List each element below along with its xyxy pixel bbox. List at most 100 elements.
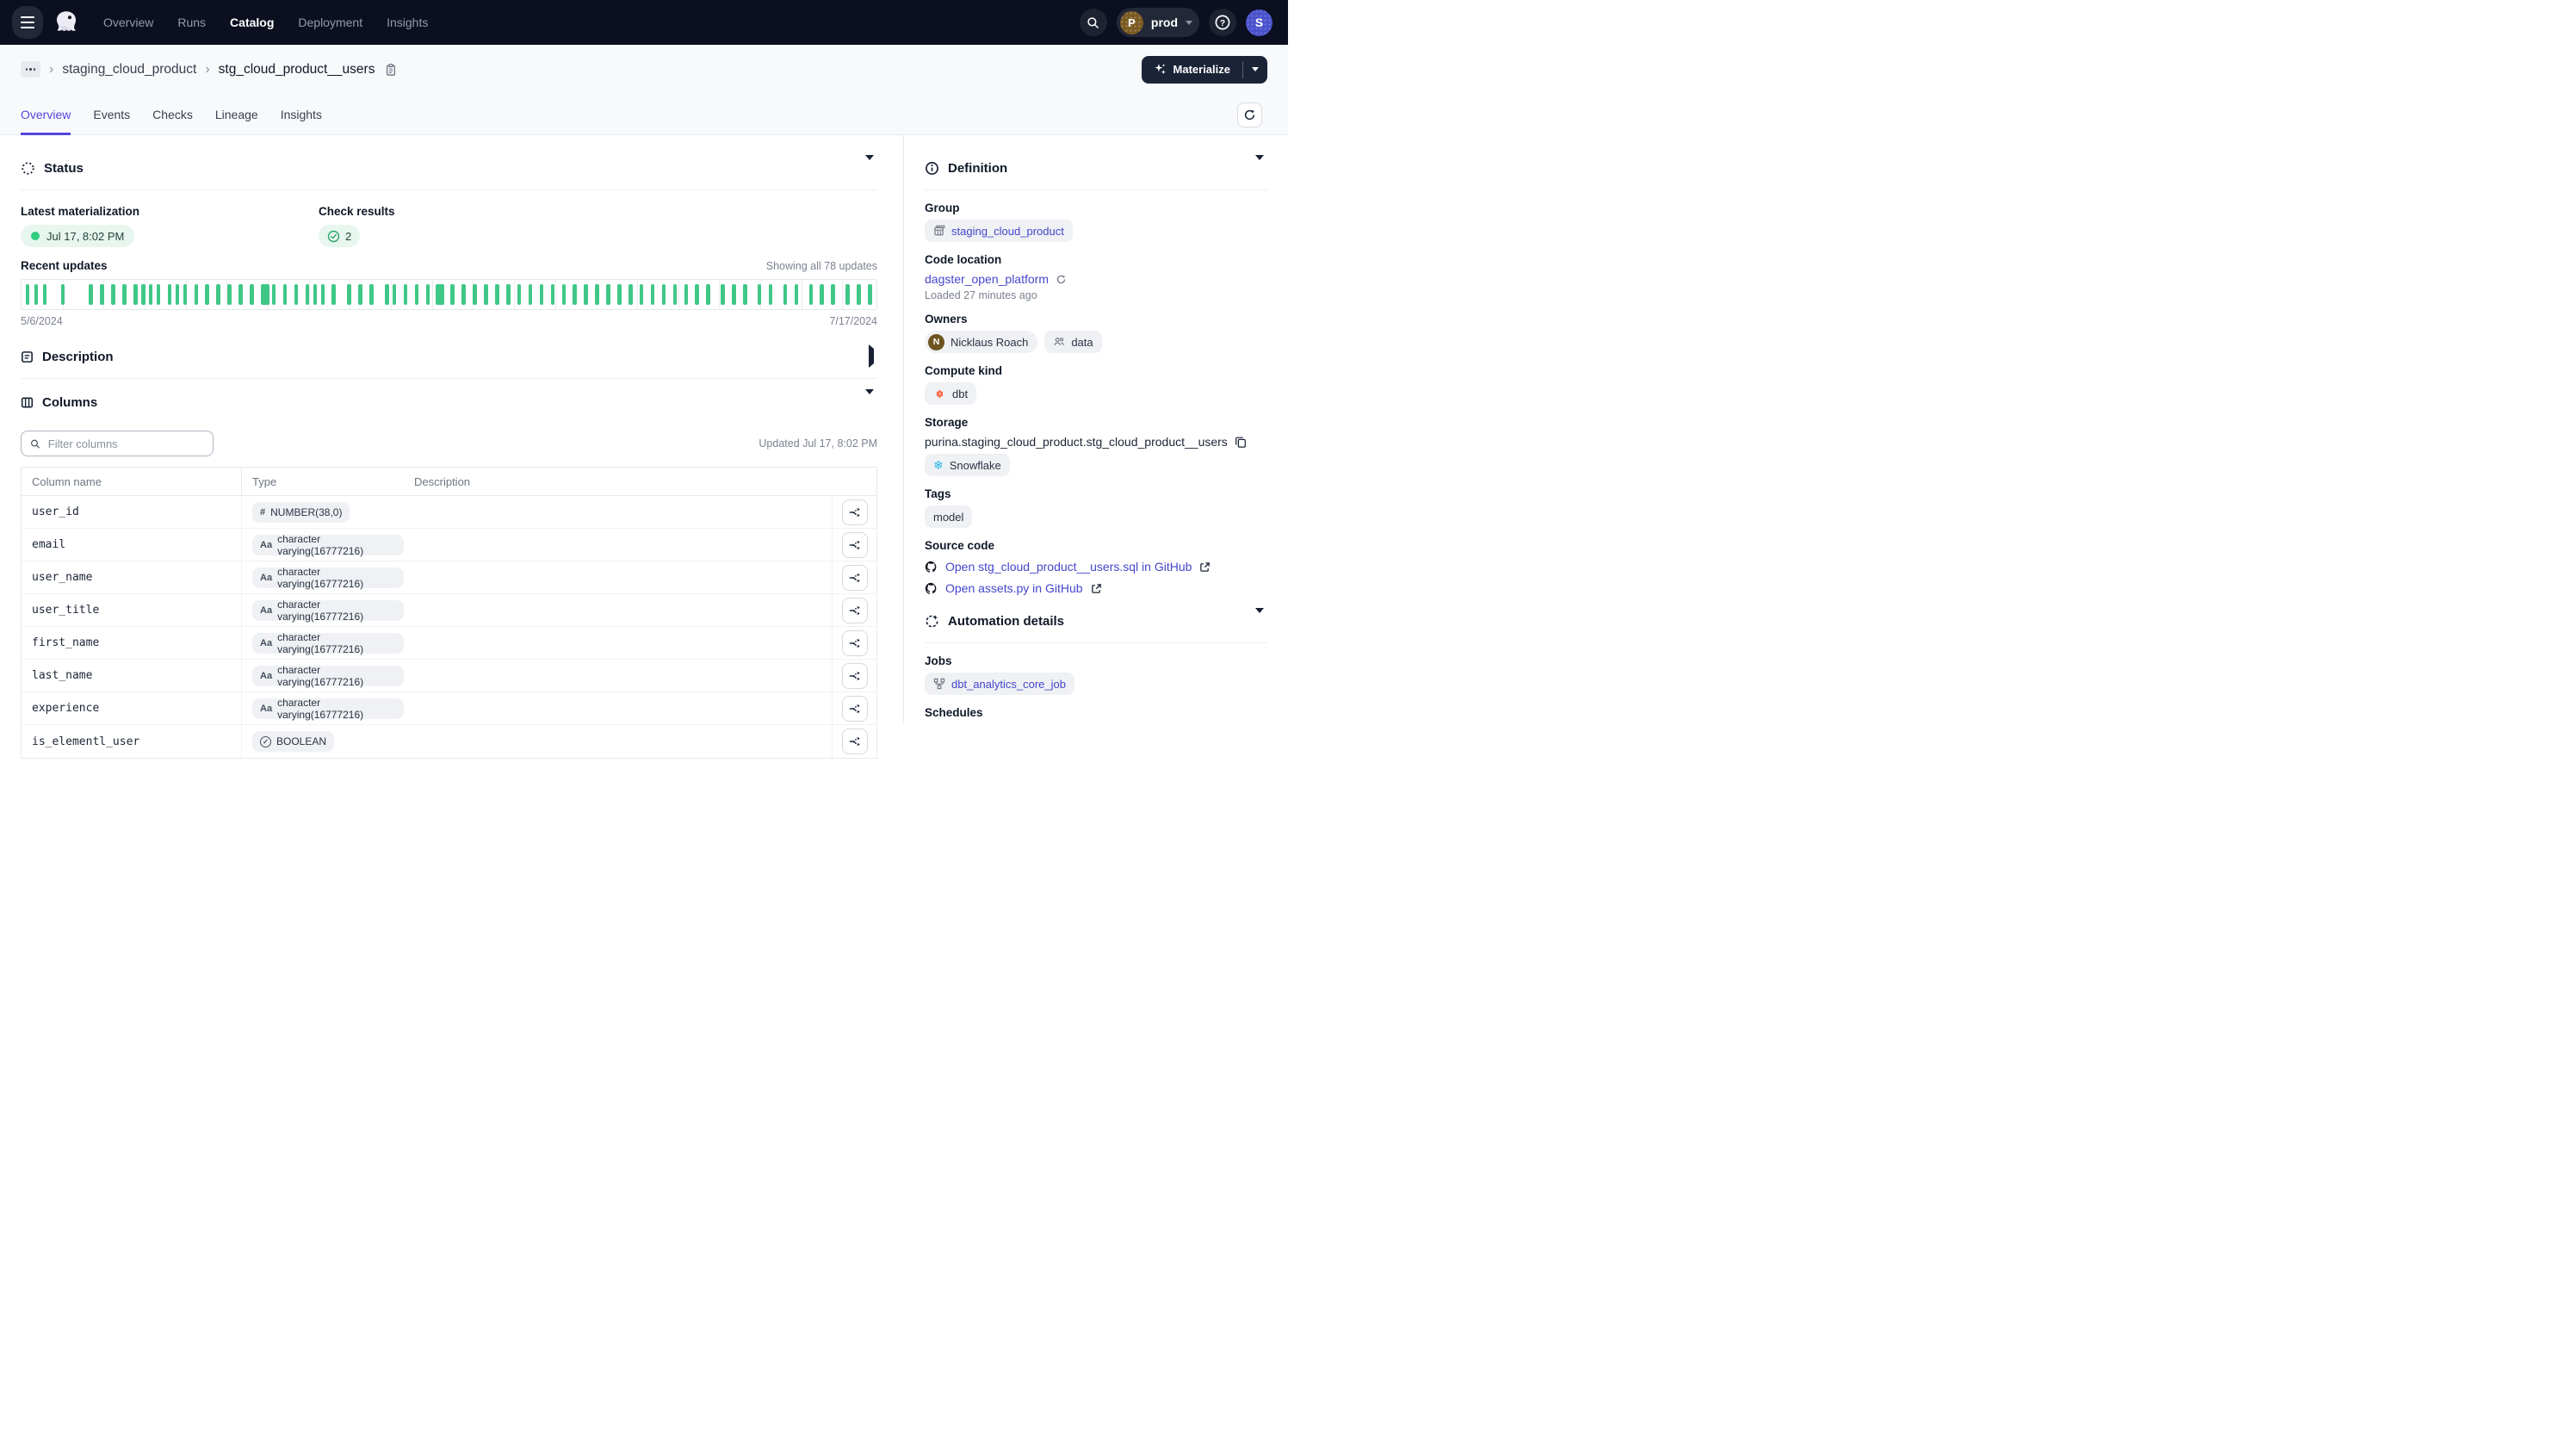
update-bar[interactable] (168, 284, 172, 305)
owner-team-tag[interactable]: data (1044, 331, 1101, 353)
update-bar[interactable] (100, 284, 104, 305)
update-bar[interactable] (321, 284, 325, 305)
update-bar[interactable] (133, 284, 138, 305)
update-bar[interactable] (426, 284, 430, 305)
update-bar[interactable] (195, 284, 199, 305)
update-bar[interactable] (283, 284, 288, 305)
refresh-button[interactable] (1237, 102, 1262, 127)
update-bar[interactable] (651, 284, 655, 305)
copy-asset-name-button[interactable] (383, 61, 399, 78)
materialize-options-button[interactable] (1243, 56, 1267, 84)
definition-section-header[interactable]: Definition (925, 157, 1267, 179)
check-results-pill[interactable]: 2 (319, 225, 360, 247)
update-bar[interactable] (261, 284, 269, 305)
update-bar[interactable] (831, 284, 835, 305)
update-bar[interactable] (595, 284, 599, 305)
nav-item-insights[interactable]: Insights (387, 16, 428, 29)
breadcrumb-ellipsis-button[interactable] (21, 61, 40, 78)
update-bar[interactable] (868, 284, 872, 305)
source-code-link-assets[interactable]: Open assets.py in GitHub (945, 581, 1083, 595)
copy-storage-button[interactable] (1235, 436, 1247, 448)
update-bar[interactable] (517, 284, 522, 305)
update-bar[interactable] (111, 284, 115, 305)
nav-item-deployment[interactable]: Deployment (298, 16, 362, 29)
update-bar[interactable] (795, 284, 799, 305)
menu-button[interactable] (12, 6, 43, 39)
help-button[interactable]: ? (1209, 9, 1236, 36)
update-bar[interactable] (629, 284, 633, 305)
update-bar[interactable] (809, 284, 814, 305)
user-avatar[interactable]: S (1246, 9, 1273, 36)
filter-columns-input[interactable] (46, 437, 204, 451)
tab-insights[interactable]: Insights (281, 108, 322, 135)
update-bar[interactable] (732, 284, 736, 305)
update-bar[interactable] (238, 284, 243, 305)
update-bar[interactable] (783, 284, 788, 305)
update-bar[interactable] (176, 284, 180, 305)
update-bar[interactable] (758, 284, 762, 305)
update-bar[interactable] (26, 284, 30, 305)
update-bar[interactable] (495, 284, 499, 305)
update-bar[interactable] (562, 284, 567, 305)
update-bar[interactable] (436, 284, 444, 305)
column-lineage-button[interactable] (842, 630, 868, 656)
update-bar[interactable] (385, 284, 389, 305)
update-bar[interactable] (473, 284, 477, 305)
compute-kind-tag[interactable]: dbt (925, 382, 976, 405)
update-bar[interactable] (857, 284, 861, 305)
update-bar[interactable] (43, 284, 47, 305)
update-bar[interactable] (706, 284, 710, 305)
collapse-section-button[interactable] (1252, 157, 1267, 179)
description-section-header[interactable]: Description (21, 345, 877, 368)
column-lineage-button[interactable] (842, 696, 868, 722)
tab-lineage[interactable]: Lineage (215, 108, 258, 135)
update-bar[interactable] (272, 284, 276, 305)
code-location-link[interactable]: dagster_open_platform (925, 272, 1049, 286)
expand-section-button[interactable] (865, 345, 877, 368)
update-bar[interactable] (313, 284, 318, 305)
source-code-link-sql[interactable]: Open stg_cloud_product__users.sql in Git… (945, 560, 1192, 574)
reload-icon[interactable] (1056, 274, 1067, 285)
update-bar[interactable] (358, 284, 362, 305)
update-bar[interactable] (684, 284, 689, 305)
nav-item-runs[interactable]: Runs (177, 16, 206, 29)
update-bar[interactable] (551, 284, 555, 305)
update-bar[interactable] (347, 284, 351, 305)
update-bar[interactable] (450, 284, 455, 305)
update-bar[interactable] (250, 284, 254, 305)
columns-section-header[interactable]: Columns (21, 391, 877, 413)
update-bar[interactable] (216, 284, 220, 305)
latest-materialization-pill[interactable]: Jul 17, 8:02 PM (21, 225, 134, 247)
column-lineage-button[interactable] (842, 565, 868, 591)
update-bar[interactable] (573, 284, 577, 305)
update-bar[interactable] (294, 284, 299, 305)
group-tag[interactable]: staging_cloud_product (925, 220, 1073, 242)
update-bar[interactable] (141, 284, 146, 305)
update-bar[interactable] (484, 284, 488, 305)
update-bar[interactable] (157, 284, 161, 305)
update-bar[interactable] (769, 284, 773, 305)
update-bar[interactable] (183, 284, 188, 305)
update-bar[interactable] (393, 284, 397, 305)
update-bar[interactable] (461, 284, 466, 305)
nav-item-overview[interactable]: Overview (103, 16, 153, 29)
column-lineage-button[interactable] (842, 598, 868, 623)
storage-platform-tag[interactable]: ❄ Snowflake (925, 454, 1010, 476)
update-bar[interactable] (721, 284, 725, 305)
update-bar[interactable] (695, 284, 699, 305)
update-bar[interactable] (404, 284, 408, 305)
update-bar[interactable] (306, 284, 310, 305)
update-bar[interactable] (743, 284, 747, 305)
column-lineage-button[interactable] (842, 663, 868, 689)
update-bar[interactable] (205, 284, 209, 305)
column-lineage-button[interactable] (842, 729, 868, 754)
tab-checks[interactable]: Checks (152, 108, 193, 135)
update-bar[interactable] (122, 284, 127, 305)
breadcrumb-group[interactable]: staging_cloud_product (62, 62, 196, 78)
job-tag[interactable]: dbt_analytics_core_job (925, 673, 1074, 695)
column-lineage-button[interactable] (842, 532, 868, 558)
update-bar[interactable] (820, 284, 824, 305)
update-bar[interactable] (34, 284, 39, 305)
nav-item-catalog[interactable]: Catalog (230, 16, 274, 29)
update-bar[interactable] (662, 284, 666, 305)
